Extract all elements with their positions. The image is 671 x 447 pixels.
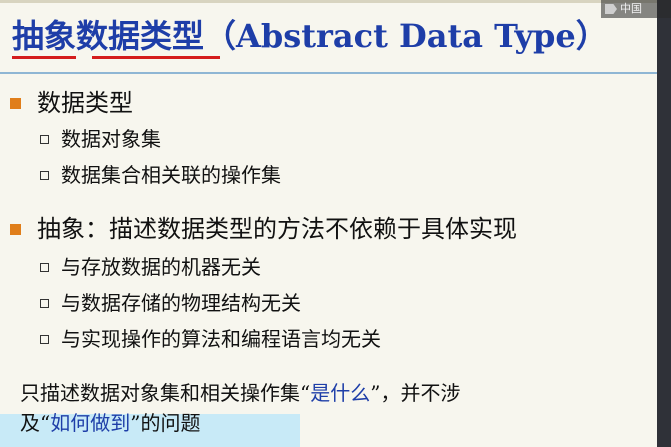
- summary-text: ”的问题: [130, 411, 201, 435]
- summary-text: 只描述数据对象集和相关操作集“: [20, 381, 311, 405]
- summary-line-1: 只描述数据对象集和相关操作集“是什么”，并不涉: [20, 378, 460, 408]
- bullet-hollow-icon: [40, 170, 49, 180]
- title-underline-2: [92, 56, 220, 59]
- list-item-text: 数据集合相关联的操作集: [61, 163, 281, 187]
- list-item-text: 数据对象集: [61, 127, 161, 151]
- list-item-text: 与实现操作的算法和编程语言均无关: [61, 327, 381, 351]
- bullet-hollow-icon: [40, 262, 49, 272]
- section-1: 数据类型: [10, 86, 133, 120]
- title-underline-1: [12, 56, 76, 59]
- watermark: 中国: [601, 0, 671, 18]
- slide-title: 抽象数据类型（Abstract Data Type）: [12, 14, 608, 58]
- title-en: （Abstract Data Type）: [204, 17, 608, 55]
- bullet-square-icon: [10, 223, 21, 235]
- section-2-label: 抽象：描述数据类型的方法不依赖于具体实现: [37, 215, 517, 243]
- title-divider: [0, 72, 657, 74]
- title-cn: 抽象数据类型: [12, 17, 205, 55]
- summary-line-2: 及“如何做到”的问题: [20, 408, 200, 438]
- bullet-hollow-icon: [40, 298, 49, 308]
- bullet-square-icon: [10, 97, 21, 109]
- top-rule: [0, 0, 671, 3]
- summary-text: ”，并不涉: [370, 381, 461, 405]
- list-item: 与存放数据的机器无关: [40, 252, 261, 282]
- play-icon: [605, 4, 617, 14]
- summary-highlight: 如何做到: [50, 411, 131, 435]
- bullet-hollow-icon: [40, 134, 49, 144]
- slide: 中国 抽象数据类型（Abstract Data Type） 数据类型 数据对象集…: [0, 0, 671, 447]
- watermark-text: 中国: [620, 2, 642, 15]
- section-1-label: 数据类型: [37, 89, 133, 117]
- summary-text: 及“: [20, 411, 51, 435]
- video-side-bar: [657, 0, 671, 447]
- list-item: 数据集合相关联的操作集: [40, 160, 281, 190]
- list-item-text: 与存放数据的机器无关: [61, 255, 261, 279]
- bullet-hollow-icon: [40, 334, 49, 344]
- list-item: 数据对象集: [40, 124, 161, 154]
- list-item: 与实现操作的算法和编程语言均无关: [40, 324, 381, 354]
- list-item: 与数据存储的物理结构无关: [40, 288, 301, 318]
- summary-highlight: 是什么: [310, 381, 371, 405]
- list-item-text: 与数据存储的物理结构无关: [61, 291, 301, 315]
- section-2: 抽象：描述数据类型的方法不依赖于具体实现: [10, 212, 517, 246]
